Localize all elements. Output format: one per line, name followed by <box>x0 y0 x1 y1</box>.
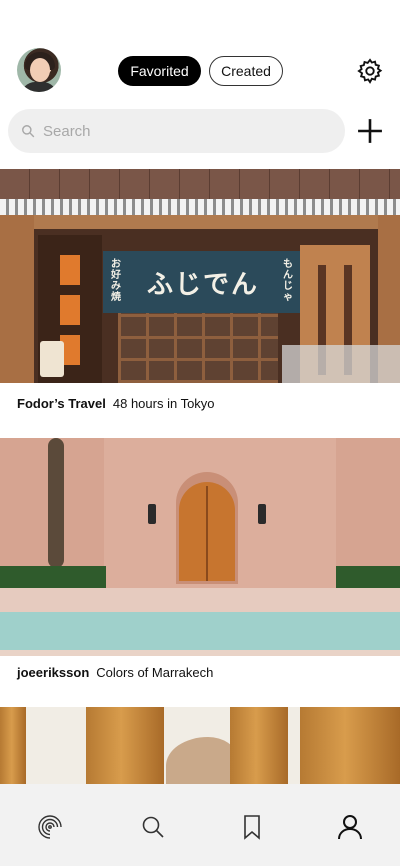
feed-card[interactable]: お好み焼 ふじでん もんじゃ Fodor’s Travel 48 hours in… <box>0 169 400 429</box>
card-caption: joeeriksson Colors of Marrakech <box>17 665 213 680</box>
tab-bar <box>0 784 400 866</box>
feed-card[interactable]: joeeriksson Colors of Marrakech <box>0 438 400 698</box>
card-image <box>0 438 400 656</box>
bookmark-icon[interactable] <box>239 814 265 840</box>
add-icon[interactable] <box>357 118 383 144</box>
card-image <box>0 707 400 785</box>
card-author[interactable]: joeeriksson <box>17 665 89 680</box>
search-bar[interactable] <box>8 109 345 153</box>
card-author[interactable]: Fodor’s Travel <box>17 396 106 411</box>
search-input[interactable] <box>43 122 303 140</box>
profile-icon[interactable] <box>337 814 363 840</box>
feed-icon[interactable] <box>37 814 63 840</box>
card-title: Colors of Marrakech <box>96 665 214 680</box>
search-icon[interactable] <box>140 814 166 840</box>
card-caption: Fodor’s Travel 48 hours in Tokyo <box>17 396 215 411</box>
card-image: お好み焼 ふじでん もんじゃ <box>0 169 400 383</box>
header: Favorited Created <box>0 0 400 100</box>
search-icon <box>22 125 35 138</box>
feed-card[interactable] <box>0 707 400 785</box>
card-title: 48 hours in Tokyo <box>112 396 215 411</box>
shop-sign: お好み焼 ふじでん もんじゃ <box>103 251 303 313</box>
gear-icon[interactable] <box>356 57 384 85</box>
avatar[interactable] <box>17 48 61 92</box>
tab-created[interactable]: Created <box>209 56 283 86</box>
tab-favorited[interactable]: Favorited <box>118 56 201 86</box>
